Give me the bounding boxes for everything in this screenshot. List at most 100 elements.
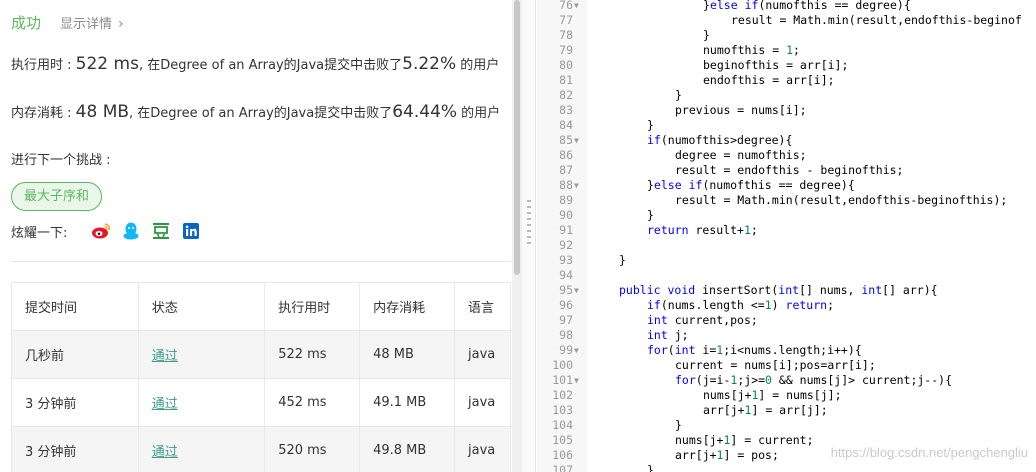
code-text: result = Math.min(result,endofthis-begin…: [731, 13, 1022, 27]
code-line[interactable]: 99 ▼ for(int i=1;i<nums.length;i++){: [537, 343, 1036, 358]
line-number: 86: [559, 148, 573, 162]
code-line[interactable]: 98 int j;: [537, 328, 1036, 343]
status-success: 成功: [11, 13, 42, 32]
code-text: arr[j+1] = pos;: [675, 448, 779, 462]
line-number: 89: [559, 193, 573, 207]
code-line[interactable]: 88 ▼}else if(numofthis == degree){: [537, 178, 1036, 193]
show-details-link[interactable]: 显示详情 ›: [60, 13, 124, 32]
line-number: 106: [552, 448, 573, 462]
line-number: 100: [552, 358, 573, 372]
next-challenge-tag[interactable]: 最大子序和: [11, 182, 103, 211]
qq-icon[interactable]: [121, 221, 141, 241]
watermark: https://blog.csdn.net/pengchengliu: [830, 445, 1028, 460]
weibo-icon[interactable]: [91, 221, 111, 241]
code-line[interactable]: 76 ▼}else if(numofthis == degree){: [537, 0, 1036, 13]
fold-arrow-icon[interactable]: ▼: [574, 178, 579, 193]
douban-icon[interactable]: [151, 221, 171, 241]
share-icons: [91, 221, 211, 241]
line-number: 85: [559, 133, 573, 147]
code-line[interactable]: 87 result = endofthis - beginofthis;: [537, 163, 1036, 178]
code-line[interactable]: 78}: [537, 28, 1036, 43]
line-number: 79: [559, 43, 573, 57]
code-text: }: [619, 253, 626, 267]
runtime-stat: 执行用时 : 522 ms, 在Degree of an Array的Java提…: [11, 54, 499, 74]
code-line[interactable]: 83 previous = nums[i];: [537, 103, 1036, 118]
code-text: degree = numofthis;: [675, 148, 807, 162]
table-header-row: 提交时间 状态 执行用时 内存消耗 语言: [11, 282, 512, 331]
col-header-status: 状态: [137, 282, 266, 331]
line-number: 105: [552, 433, 573, 447]
line-number: 97: [559, 313, 573, 327]
col-header-time: 提交时间: [11, 282, 139, 331]
code-line[interactable]: 81 endofthis = arr[i];: [537, 73, 1036, 88]
show-details-label: 显示详情: [60, 16, 113, 32]
code-line[interactable]: 100 current = nums[i];pos=arr[i];: [537, 358, 1036, 373]
line-number: 81: [559, 73, 573, 87]
runtime-prefix: 执行用时 :: [11, 58, 76, 73]
code-line[interactable]: 84}: [537, 118, 1036, 133]
code-text: if(numofthis>degree){: [647, 133, 793, 147]
memory-suffix: 的用户: [457, 106, 501, 121]
fold-arrow-icon[interactable]: ▼: [574, 373, 579, 388]
code-line[interactable]: 86 degree = numofthis;: [537, 148, 1036, 163]
status-pass-link[interactable]: 通过: [152, 349, 178, 364]
code-line[interactable]: 92: [537, 238, 1036, 253]
col-header-runtime: 执行用时: [264, 282, 361, 331]
fold-arrow-icon[interactable]: ▼: [574, 0, 579, 13]
code-text: return result+1;: [647, 223, 758, 237]
memory-percentile: 64.44%: [392, 102, 458, 122]
code-line[interactable]: 80 beginofthis = arr[i];: [537, 58, 1036, 73]
cell-status: 通过: [137, 426, 266, 472]
code-line[interactable]: 95 ▼ public void insertSort(int[] nums, in…: [537, 283, 1036, 298]
code-line[interactable]: 102 nums[j+1] = nums[j];: [537, 388, 1036, 403]
code-text: result = Math.min(result,endofthis-begin…: [675, 193, 1008, 207]
share-label: 炫耀一下:: [11, 225, 68, 241]
cell-runtime: 520 ms: [264, 426, 361, 472]
code-line[interactable]: 79 numofthis = 1;: [537, 43, 1036, 58]
memory-prefix: 内存消耗 :: [11, 106, 76, 121]
line-number: 83: [559, 103, 573, 117]
code-line[interactable]: 85 ▼ if(numofthis>degree){: [537, 133, 1036, 148]
code-line[interactable]: 82}: [537, 88, 1036, 103]
line-number: 107: [552, 463, 573, 472]
submissions-table: 提交时间 状态 执行用时 内存消耗 语言 几秒前 通过 522 ms 48 MB…: [11, 282, 512, 472]
code-line[interactable]: 104}: [537, 418, 1036, 433]
fold-arrow-icon[interactable]: ▼: [574, 133, 579, 148]
status-row: 成功 显示详情 ›: [11, 11, 124, 33]
code-text: }: [647, 463, 654, 472]
code-editor[interactable]: 76 ▼}else if(numofthis == degree){77 resul…: [537, 0, 1036, 472]
code-line[interactable]: 93}: [537, 253, 1036, 268]
cell-language: java: [453, 378, 512, 427]
pane-splitter[interactable]: [522, 0, 536, 472]
table-row: 3 分钟前 通过 452 ms 49.1 MB java: [11, 378, 512, 427]
status-pass-link[interactable]: 通过: [152, 445, 178, 460]
code-text: result = endofthis - beginofthis;: [675, 163, 904, 177]
code-text: }: [703, 28, 710, 42]
cell-memory: 48 MB: [359, 330, 455, 379]
code-line[interactable]: 77 result = Math.min(result,endofthis-beg…: [537, 13, 1036, 28]
runtime-percentile: 5.22%: [402, 54, 457, 74]
code-text: nums[j+1] = current;: [675, 433, 814, 447]
cell-time: 3 分钟前: [11, 426, 139, 472]
code-line[interactable]: 91 return result+1;: [537, 223, 1036, 238]
cell-memory: 49.8 MB: [359, 426, 455, 472]
linkedin-icon[interactable]: [181, 221, 201, 241]
runtime-value: 522 ms: [75, 54, 139, 74]
scrollbar-thumb[interactable]: [514, 0, 520, 275]
code-line[interactable]: 101 ▼ for(j=i-1;j>=0 && nums[j]> current;j…: [537, 373, 1036, 388]
code-line[interactable]: 90}: [537, 208, 1036, 223]
code-line[interactable]: 107}: [537, 463, 1036, 472]
code-line[interactable]: 89 result = Math.min(result,endofthis-beg…: [537, 193, 1036, 208]
code-line[interactable]: 94: [537, 268, 1036, 283]
left-panel-scrollbar[interactable]: [512, 0, 522, 472]
code-line[interactable]: 97 int current,pos;: [537, 313, 1036, 328]
line-number: 87: [559, 163, 573, 177]
col-header-memory: 内存消耗: [359, 282, 455, 331]
line-number: 90: [559, 208, 573, 222]
status-pass-link[interactable]: 通过: [152, 397, 178, 412]
code-text: int current,pos;: [647, 313, 758, 327]
code-line[interactable]: 96 if(nums.length <=1) return;: [537, 298, 1036, 313]
fold-arrow-icon[interactable]: ▼: [574, 343, 579, 358]
fold-arrow-icon[interactable]: ▼: [574, 283, 579, 298]
code-line[interactable]: 103 arr[j+1] = arr[j];: [537, 403, 1036, 418]
